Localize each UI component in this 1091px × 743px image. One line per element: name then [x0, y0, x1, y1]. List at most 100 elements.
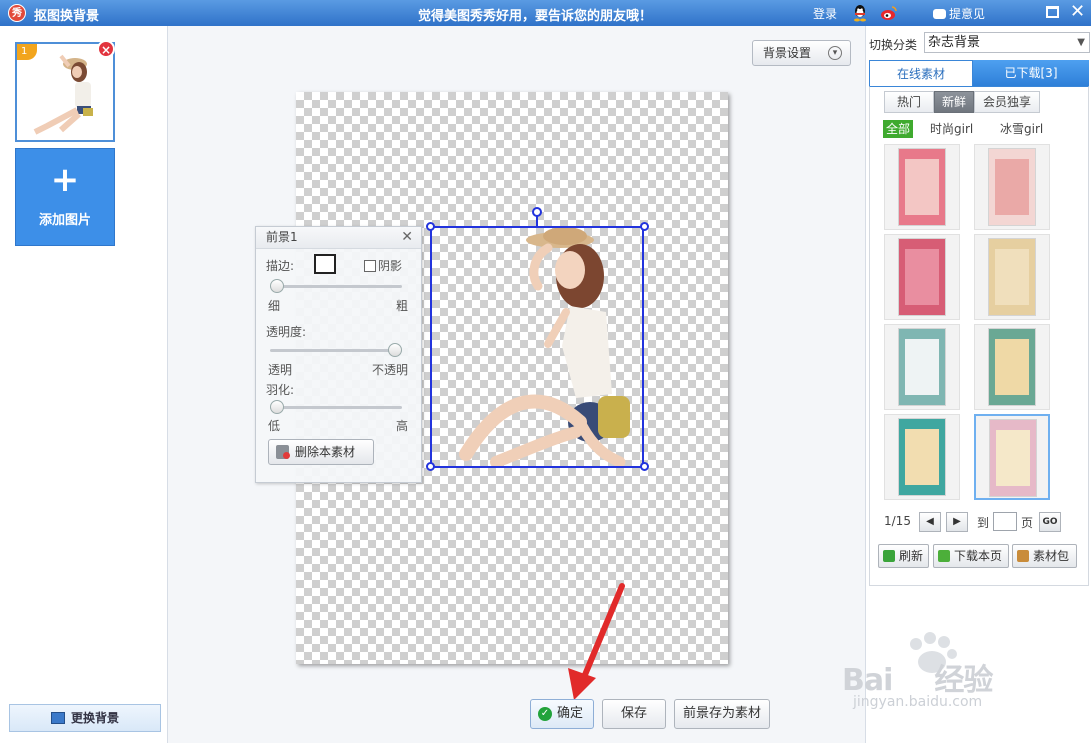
- transparent-label: 透明: [268, 363, 293, 377]
- resize-handle-top-left[interactable]: [426, 222, 435, 231]
- background-settings-button[interactable]: 背景设置 ▾: [752, 40, 851, 66]
- feather-slider-track[interactable]: [270, 406, 402, 409]
- red-arrow-annotation: [568, 583, 625, 700]
- foreground-properties-panel: 前景1 ✕ 描边: 阴影 细 粗 透明度: 透明 不透明 羽化: 低 高 删除本…: [255, 226, 422, 483]
- go-button[interactable]: GO: [1039, 512, 1061, 532]
- category-select[interactable]: 杂志背景 ▼: [924, 32, 1090, 53]
- title-bar: 秀 抠图换背景 觉得美图秀秀好用，要告诉您的朋友哦！ 登录 提意见 ✕: [0, 0, 1091, 26]
- material-thumbnail[interactable]: [884, 234, 960, 320]
- feather-slider-knob[interactable]: [270, 400, 284, 414]
- app-logo-icon: 秀: [8, 4, 26, 22]
- page-indicator: 1/15: [884, 514, 911, 528]
- thick-label: 粗: [396, 299, 409, 313]
- shadow-label: 阴影: [378, 259, 403, 273]
- stroke-label: 描边:: [266, 259, 295, 273]
- close-icon[interactable]: ✕: [1070, 2, 1085, 22]
- material-thumbnail-selected[interactable]: [974, 414, 1050, 500]
- editor-area: 背景设置 ▾ 前景1 ✕ 描边: 阴影 细 粗 透明度: 透明 不透明 羽化: …: [168, 26, 865, 743]
- refresh-icon: [883, 550, 895, 562]
- material-thumbnail[interactable]: [974, 324, 1050, 410]
- change-background-button[interactable]: 更换背景: [9, 704, 161, 732]
- next-page-button[interactable]: ▶: [946, 512, 968, 532]
- package-icon: [1017, 550, 1029, 562]
- material-thumbnail[interactable]: [884, 414, 960, 500]
- panel-close-icon[interactable]: ✕: [401, 229, 413, 245]
- window-title: 抠图换背景: [34, 9, 100, 24]
- slogan-text: 觉得美图秀秀好用，要告诉您的朋友哦！: [418, 9, 653, 24]
- background-settings-label: 背景设置: [763, 46, 812, 60]
- page-suffix-label: 页: [1021, 516, 1034, 530]
- trash-icon: [276, 445, 290, 459]
- material-thumbnail[interactable]: [884, 324, 960, 410]
- category-value: 杂志背景: [928, 35, 981, 50]
- maximize-icon[interactable]: [1046, 6, 1059, 18]
- chevron-down-icon: ▼: [1077, 37, 1085, 48]
- prev-page-button[interactable]: ◀: [919, 512, 941, 532]
- opacity-slider-track[interactable]: [270, 349, 402, 352]
- download-icon: [938, 550, 950, 562]
- resize-handle-bottom-left[interactable]: [426, 462, 435, 471]
- panel-title: 前景1: [256, 227, 421, 249]
- opacity-label: 透明度:: [266, 325, 307, 339]
- goto-label: 到: [977, 516, 990, 530]
- high-label: 高: [396, 419, 409, 433]
- feather-label: 羽化:: [266, 383, 295, 397]
- refresh-label: 刷新: [899, 549, 924, 563]
- tab-online-material[interactable]: 在线素材: [869, 60, 973, 86]
- resize-handle-bottom-right[interactable]: [640, 462, 649, 471]
- confirm-button[interactable]: ✓ 确定: [530, 699, 594, 729]
- segment-hot[interactable]: 热门: [884, 91, 934, 113]
- plus-icon: +: [50, 160, 80, 200]
- shadow-checkbox[interactable]: 阴影: [364, 257, 402, 274]
- remove-image-icon[interactable]: ×: [97, 40, 115, 58]
- add-image-button[interactable]: + 添加图片: [15, 148, 115, 246]
- stroke-slider-knob[interactable]: [270, 279, 284, 293]
- stroke-slider-track[interactable]: [270, 285, 402, 288]
- filter-ice-girl[interactable]: 冰雪girl: [1000, 120, 1043, 138]
- opacity-slider-knob[interactable]: [388, 343, 402, 357]
- segment-new[interactable]: 新鲜: [934, 91, 974, 113]
- filter-all[interactable]: 全部: [883, 120, 914, 138]
- download-page-label: 下载本页: [954, 549, 1003, 563]
- image-icon: [50, 712, 65, 724]
- material-pack-button[interactable]: 素材包: [1012, 544, 1077, 568]
- watermark-url: jingyan.baidu.com: [853, 694, 983, 710]
- switch-category-label: 切换分类: [869, 38, 918, 52]
- thin-label: 细: [268, 299, 281, 313]
- material-thumbnail[interactable]: [884, 144, 960, 230]
- image-list-panel: 1 × + 添加图片 更换背景: [0, 26, 168, 743]
- selection-box[interactable]: [430, 226, 644, 468]
- watermark-brand: Bai 经验: [842, 663, 993, 698]
- opaque-label: 不透明: [372, 363, 409, 377]
- save-button[interactable]: 保存: [602, 699, 666, 729]
- add-image-label: 添加图片: [38, 213, 91, 228]
- feedback-button[interactable]: 提意见: [933, 5, 985, 22]
- image-thumbnail[interactable]: 1: [15, 42, 115, 142]
- delete-material-label: 删除本素材: [295, 445, 356, 459]
- low-label: 低: [268, 419, 281, 433]
- change-background-label: 更换背景: [70, 711, 119, 725]
- tab-downloaded[interactable]: 已下载[3]: [973, 60, 1089, 86]
- material-thumbnail[interactable]: [974, 144, 1050, 230]
- material-pack-label: 素材包: [1033, 549, 1070, 563]
- weibo-icon[interactable]: [880, 4, 898, 22]
- login-link[interactable]: 登录: [813, 5, 837, 22]
- page-number-input[interactable]: [993, 512, 1017, 531]
- save-foreground-as-material-button[interactable]: 前景存为素材: [674, 699, 770, 729]
- delete-material-button[interactable]: 删除本素材: [268, 439, 374, 465]
- qq-icon[interactable]: [852, 4, 868, 22]
- check-icon: ✓: [538, 707, 552, 721]
- chat-bubble-icon: [933, 9, 946, 19]
- material-thumbnail[interactable]: [974, 234, 1050, 320]
- resize-handle-top-right[interactable]: [640, 222, 649, 231]
- chevron-down-icon: ▾: [828, 46, 842, 60]
- confirm-label: 确定: [556, 706, 583, 721]
- feedback-label: 提意见: [949, 7, 986, 21]
- refresh-button[interactable]: 刷新: [878, 544, 929, 568]
- checkbox-icon: [364, 260, 376, 272]
- rotate-handle[interactable]: [532, 207, 542, 217]
- stroke-color-swatch[interactable]: [314, 254, 336, 274]
- segment-member[interactable]: 会员独享: [974, 91, 1040, 113]
- download-page-button[interactable]: 下载本页: [933, 544, 1009, 568]
- filter-fashion-girl[interactable]: 时尚girl: [930, 120, 973, 138]
